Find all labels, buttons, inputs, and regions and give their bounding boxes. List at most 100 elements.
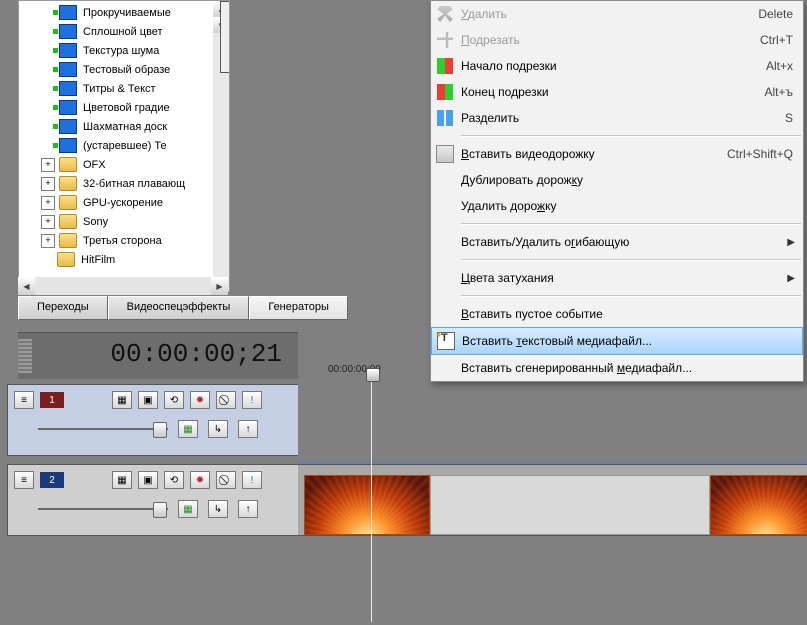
expand-icon[interactable]: + (41, 196, 55, 210)
tree-item[interactable]: Сплошной цвет (21, 22, 229, 41)
clip-thumbnail (305, 476, 429, 534)
tree-label: Цветовой градие (83, 102, 170, 114)
menu-trim-end[interactable]: Конец подрезкиAlt+ъ (431, 79, 803, 105)
track-fx-button[interactable]: ▣ (138, 391, 158, 409)
video-clip[interactable] (710, 475, 807, 535)
automation-button[interactable]: ⟲ (164, 471, 184, 489)
timecode-display: 00:00:00;21 (18, 332, 298, 379)
clip-gap[interactable] (430, 475, 710, 535)
track-minimize-button[interactable]: ≡ (14, 391, 34, 409)
track-header-1[interactable]: ≡ 1 ▦ ▣ ⟲ ✹ ⃠ ! ▦ ↳ ↑ (7, 384, 299, 456)
tree-item[interactable]: Шахматная доск (21, 117, 229, 136)
tree-item[interactable]: +GPU-ускорение (21, 193, 229, 212)
tab-label: Видеоспецэффекты (127, 301, 231, 313)
track-number: 1 (40, 392, 64, 408)
solo-button[interactable]: ! (242, 391, 262, 409)
scroll-left-icon[interactable]: ◀ (18, 277, 35, 295)
menu-shortcut: Alt+ъ (764, 85, 793, 99)
track-minimize-button[interactable]: ≡ (14, 471, 34, 489)
tab-generators[interactable]: Генераторы (249, 296, 348, 320)
playhead-icon[interactable] (366, 368, 380, 382)
mute-button[interactable]: ⃠ (216, 391, 236, 409)
timecode-value[interactable]: 00:00:00;21 (110, 339, 282, 369)
track-fx-button[interactable]: ▣ (138, 471, 158, 489)
menu-insert-empty-event[interactable]: Вставить пустое событие (431, 301, 803, 327)
folder-icon (59, 157, 77, 172)
menu-trim-start[interactable]: Начало подрезкиAlt+х (431, 53, 803, 79)
tree-hscroll[interactable]: ◀ ▶ (18, 277, 228, 295)
delete-icon (437, 6, 453, 22)
menu-separator (461, 135, 801, 137)
folder-icon (59, 214, 77, 229)
folder-icon (57, 252, 75, 267)
menu-label: Вставить пустое событие (459, 307, 793, 321)
expand-icon[interactable]: + (41, 215, 55, 229)
folder-icon (59, 195, 77, 210)
tree-item[interactable]: Прокручиваемые (21, 3, 229, 22)
bypass-fx-button[interactable]: ▦ (112, 391, 132, 409)
level-slider[interactable] (38, 504, 168, 514)
menu-label: Удалить (459, 7, 748, 21)
track-number: 2 (40, 472, 64, 488)
video-clip[interactable] (304, 475, 430, 535)
solo-button[interactable]: ! (242, 471, 262, 489)
bypass-fx-button[interactable]: ▦ (112, 471, 132, 489)
expand-icon[interactable]: + (41, 177, 55, 191)
tree-item[interactable]: HitFilm (21, 250, 229, 269)
compositing-button[interactable]: ▦ (178, 420, 198, 438)
scroll-right-icon[interactable]: ▶ (211, 277, 228, 295)
menu-split[interactable]: РазделитьS (431, 105, 803, 131)
video-track-row[interactable] (298, 464, 807, 536)
track-header-2[interactable]: ≡ 2 ▦ ▣ ⟲ ✹ ⃠ ! ▦ ↳ ↑ (7, 464, 299, 536)
tree-label: Третья сторона (83, 235, 162, 247)
menu-duplicate-track[interactable]: Дублировать дорожку (431, 167, 803, 193)
scroll-track[interactable] (35, 277, 211, 295)
tree-item[interactable]: +Sony (21, 212, 229, 231)
menu-fade-colors[interactable]: Цвета затухания▶ (431, 265, 803, 291)
menu-envelopes[interactable]: Вставить/Удалить огибающую▶ (431, 229, 803, 255)
mute-button[interactable]: ⃠ (216, 471, 236, 489)
context-menu: УдалитьDelete ПодрезатьCtrl+T Начало под… (430, 0, 804, 382)
tree-label: HitFilm (81, 254, 115, 266)
menu-shortcut: Ctrl+Shift+Q (727, 147, 793, 161)
tree-label: OFX (83, 159, 106, 171)
media-generators-tree[interactable]: Прокручиваемые Сплошной цвет Текстура шу… (18, 0, 230, 292)
submenu-arrow-icon: ▶ (787, 237, 795, 248)
tab-video-fx[interactable]: Видеоспецэффекты (108, 296, 250, 320)
timeline-tracks[interactable] (298, 382, 807, 622)
tree-scrollbar[interactable]: ▲ ▼ (213, 1, 229, 291)
compositing-button[interactable]: ▦ (178, 500, 198, 518)
tree-item[interactable]: + OFX (21, 155, 229, 174)
tree-item[interactable]: (устаревшее) Те (21, 136, 229, 155)
parent-button[interactable]: ↳ (208, 420, 228, 438)
track-settings-button[interactable]: ✹ (190, 471, 210, 489)
menu-label: Удалить дорожку (459, 199, 793, 213)
expand-icon[interactable]: + (41, 158, 55, 172)
tab-transitions[interactable]: Переходы (18, 296, 108, 320)
menu-insert-generated-media[interactable]: Вставить сгенерированный медиафайл... (431, 355, 803, 381)
tree-item[interactable]: Цветовой градие (21, 98, 229, 117)
expand-icon[interactable]: + (41, 234, 55, 248)
text-media-icon (437, 332, 455, 350)
scroll-track[interactable] (220, 1, 230, 73)
drag-handle-icon[interactable] (18, 339, 32, 373)
level-slider[interactable] (38, 424, 168, 434)
make-child-button[interactable]: ↑ (238, 420, 258, 438)
automation-button[interactable]: ⟲ (164, 391, 184, 409)
tree-item[interactable]: Титры & Текст (21, 79, 229, 98)
tree-label: Шахматная доск (83, 121, 167, 133)
menu-delete-track[interactable]: Удалить дорожку (431, 193, 803, 219)
tree-item[interactable]: Текстура шума (21, 41, 229, 60)
tree-item[interactable]: + Третья сторона (21, 231, 229, 250)
menu-insert-text-media[interactable]: Вставить текстовый медиафайл... (431, 327, 803, 355)
generator-icon (59, 62, 77, 77)
menu-label: Вставить видеодорожку (459, 147, 717, 161)
tree-item[interactable]: +32-битная плавающ (21, 174, 229, 193)
tree-label: (устаревшее) Те (83, 140, 167, 152)
menu-insert-video-track[interactable]: Вставить видеодорожку Ctrl+Shift+Q (431, 141, 803, 167)
generator-icon (59, 81, 77, 96)
parent-button[interactable]: ↳ (208, 500, 228, 518)
tree-item[interactable]: Тестовый образе (21, 60, 229, 79)
track-settings-button[interactable]: ✹ (190, 391, 210, 409)
make-child-button[interactable]: ↑ (238, 500, 258, 518)
